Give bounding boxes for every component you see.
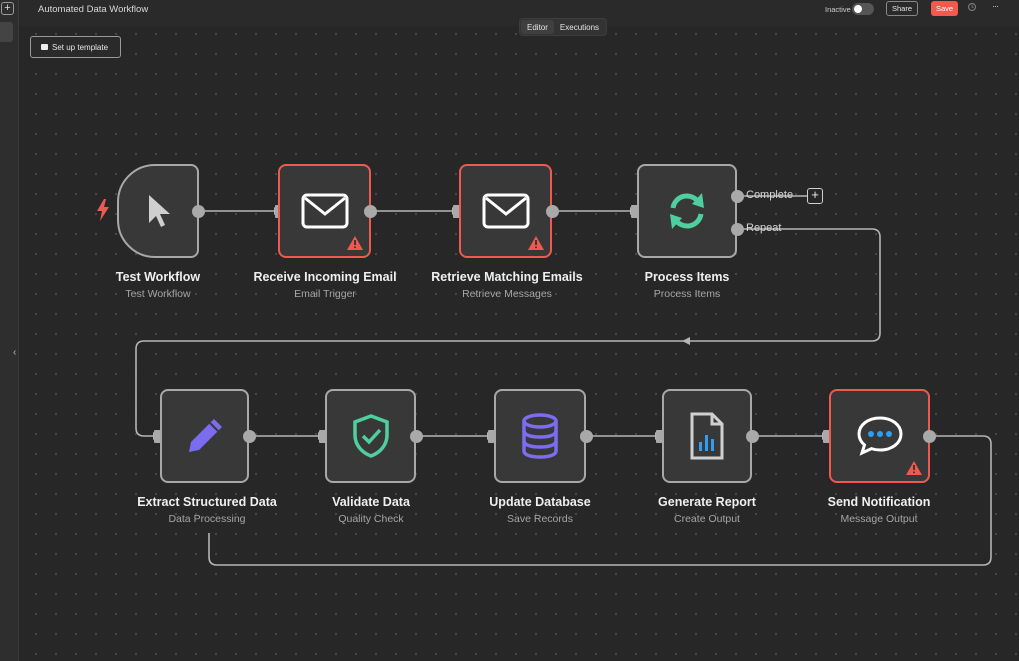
report-icon [664,391,750,481]
node-retrieve-matching-emails[interactable] [459,164,552,258]
node-subtitle: Save Records [507,513,573,525]
output-complete-label: Complete [746,189,794,201]
output-handle[interactable] [923,430,936,443]
output-handle-repeat[interactable] [731,223,744,236]
node-name: Retrieve Matching Emails [431,270,583,284]
node-subtitle: Create Output [674,513,740,525]
node-label: Process Items Process Items [592,270,782,300]
add-node-button[interactable]: + [807,188,823,204]
node-process-items[interactable] [637,164,737,258]
node-label: Retrieve Matching Emails Retrieve Messag… [412,270,602,300]
node-generate-report[interactable] [662,389,752,483]
node-extract-structured-data[interactable] [160,389,249,483]
node-label: Send Notification Message Output [784,495,974,525]
trigger-bolt-icon [96,199,110,226]
output-repeat-label: Repeat [746,222,782,234]
output-handle[interactable] [746,430,759,443]
output-handle[interactable] [192,205,205,218]
node-name: Validate Data [332,495,410,509]
output-handle[interactable] [546,205,559,218]
arrow-head [682,337,690,345]
loop-icon [639,166,735,256]
output-handle[interactable] [580,430,593,443]
workflow-editor: + ‹ Automated Data Workflow Editor Execu… [0,0,1019,661]
node-validate-data[interactable] [325,389,416,483]
output-handle[interactable] [364,205,377,218]
node-label: Update Database Save Records [445,495,635,525]
node-subtitle: Message Output [840,513,918,525]
output-handle[interactable] [243,430,256,443]
node-name: Send Notification [827,495,931,509]
cursor-icon [119,166,197,256]
node-label: Validate Data Quality Check [276,495,466,525]
node-name: Generate Report [658,495,756,509]
node-test-workflow[interactable] [117,164,199,258]
node-name: Test Workflow [115,270,201,284]
node-subtitle: Email Trigger [294,288,356,300]
output-handle-complete[interactable] [731,190,744,203]
node-name: Update Database [489,495,591,509]
node-subtitle: Process Items [653,288,721,300]
node-subtitle: Retrieve Messages [462,288,552,300]
connections-layer [135,195,992,566]
warning-icon [528,236,544,250]
shield-check-icon [327,391,414,481]
node-label: Receive Incoming Email Email Trigger [230,270,420,300]
node-subtitle: Quality Check [338,513,404,525]
output-handle[interactable] [410,430,423,443]
warning-icon [347,236,363,250]
node-label: Generate Report Create Output [612,495,802,525]
node-name: Receive Incoming Email [253,270,397,284]
node-label: Test Workflow Test Workflow [63,270,253,300]
warning-icon [906,461,922,475]
database-icon [496,391,584,481]
node-receive-incoming-email[interactable] [278,164,371,258]
pencil-icon [162,391,247,481]
node-subtitle: Test Workflow [125,288,191,300]
node-label: Extract Structured Data Data Processing [112,495,302,525]
node-name: Extract Structured Data [137,495,277,509]
node-send-notification[interactable] [829,389,930,483]
node-update-database[interactable] [494,389,586,483]
node-subtitle: Data Processing [168,513,246,525]
node-name: Process Items [644,270,730,284]
